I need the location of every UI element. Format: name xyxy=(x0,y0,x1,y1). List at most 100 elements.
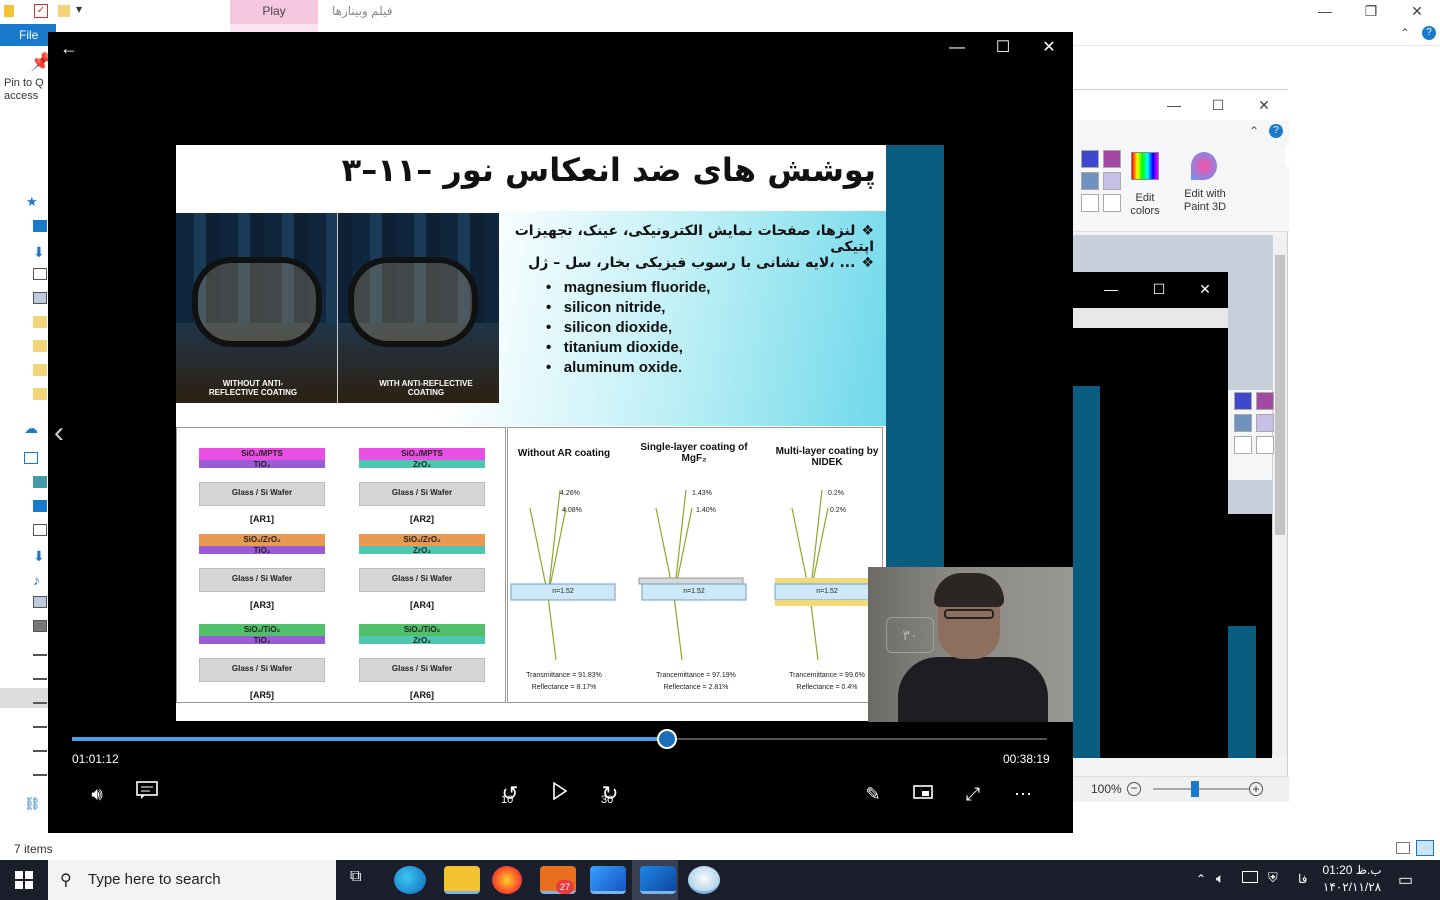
onedrive-icon[interactable]: ☁ xyxy=(24,420,38,436)
movies-tv-icon[interactable] xyxy=(640,866,676,894)
explorer-close-button[interactable]: ✕ xyxy=(1394,0,1440,24)
drive-icon[interactable] xyxy=(33,716,47,728)
clock-date[interactable]: ۱۴۰۲/۱۱/۲۸ xyxy=(1318,880,1386,894)
network-tray-icon[interactable] xyxy=(1242,871,1258,883)
this-pc-icon[interactable] xyxy=(24,452,38,464)
fullscreen-icon[interactable]: ⤢ xyxy=(953,774,993,814)
color-swatch[interactable] xyxy=(1103,194,1121,212)
quick-access-dropdown-icon[interactable]: ▾ xyxy=(76,2,82,16)
drive-icon[interactable] xyxy=(33,692,47,704)
paint-maximize-button[interactable]: ☐ xyxy=(1195,94,1241,118)
secondary-close-button[interactable]: ✕ xyxy=(1182,278,1228,302)
zoom-slider[interactable] xyxy=(1153,788,1249,790)
secondary-minimize-button[interactable]: — xyxy=(1088,278,1134,302)
desktop-icon[interactable] xyxy=(33,220,47,232)
task-view-icon[interactable]: ⧉ xyxy=(350,868,372,890)
edit-with-paint3d-button[interactable]: Edit with Paint 3D xyxy=(1175,188,1235,214)
folder-icon[interactable] xyxy=(33,340,47,352)
music-icon[interactable]: ♪ xyxy=(33,572,47,588)
drive-icon[interactable] xyxy=(33,644,47,656)
skip-back-button[interactable]: ↺ 10 xyxy=(490,774,530,814)
seek-thumb[interactable] xyxy=(656,729,677,749)
back-arrow-icon[interactable]: ← xyxy=(60,38,84,62)
large-icons-view-icon[interactable] xyxy=(1416,840,1434,856)
desktop-icon[interactable] xyxy=(33,500,47,512)
player-minimize-button[interactable]: — xyxy=(934,32,980,64)
network-icon[interactable]: ⛓ xyxy=(24,796,41,811)
drive-icon[interactable] xyxy=(33,764,47,776)
skip-forward-button[interactable]: ↻ 30 xyxy=(590,774,630,814)
notifications-icon[interactable]: ▭ xyxy=(1398,870,1413,890)
volume-icon[interactable]: 🔊︎ xyxy=(77,774,117,814)
downloads-icon[interactable]: ⬇ xyxy=(33,548,47,564)
drive-icon[interactable] xyxy=(33,668,47,680)
color-swatch[interactable] xyxy=(1081,194,1099,212)
input-language[interactable]: فا xyxy=(1298,872,1307,886)
app-icon[interactable]: 27 xyxy=(540,866,576,894)
paint-vertical-scrollbar[interactable] xyxy=(1273,235,1287,755)
collapse-ribbon-icon[interactable]: ⌃ xyxy=(1249,124,1259,138)
pin-quick-access-button[interactable]: 📌 Pin to Q access xyxy=(4,53,52,126)
edit-colors-button[interactable]: Edit colors xyxy=(1129,192,1161,218)
secondary-maximize-button[interactable]: ☐ xyxy=(1136,278,1182,302)
firefox-icon[interactable] xyxy=(492,866,522,894)
color-swatch[interactable] xyxy=(1081,172,1099,190)
paint-icon[interactable] xyxy=(688,866,720,894)
edge-icon[interactable] xyxy=(394,866,426,894)
color-swatch[interactable] xyxy=(1081,150,1099,168)
color-swatch[interactable] xyxy=(1256,392,1274,410)
color-swatch[interactable] xyxy=(1256,436,1274,454)
details-view-icon[interactable] xyxy=(1396,842,1410,854)
documents-icon[interactable] xyxy=(33,524,47,536)
pen-icon[interactable]: ✎ xyxy=(853,774,893,814)
collapse-ribbon-icon[interactable]: ⌃ xyxy=(1400,26,1410,40)
color-swatch[interactable] xyxy=(1234,436,1252,454)
paint-minimize-button[interactable]: — xyxy=(1151,94,1197,118)
quick-access-star-icon[interactable]: ★ xyxy=(26,194,40,209)
clock-time[interactable]: 01:20 ب.ظ xyxy=(1318,863,1386,877)
photos-icon[interactable] xyxy=(590,866,626,894)
zoom-slider-thumb[interactable] xyxy=(1191,781,1199,797)
drive-icon[interactable] xyxy=(33,740,47,752)
pictures-icon[interactable] xyxy=(33,292,47,304)
3d-objects-icon[interactable] xyxy=(33,476,47,488)
pictures-icon[interactable] xyxy=(33,596,47,608)
paint-close-button[interactable]: ✕ xyxy=(1241,94,1287,118)
color-swatch[interactable] xyxy=(1234,392,1252,410)
explorer-restore-button[interactable]: ❐ xyxy=(1348,0,1394,24)
more-options-icon[interactable]: ⋯ xyxy=(1003,774,1043,814)
folder-icon[interactable] xyxy=(33,316,47,328)
taskbar-search-box[interactable]: Type here to search xyxy=(48,860,336,900)
player-close-button[interactable]: ✕ xyxy=(1026,32,1072,64)
color-swatch[interactable] xyxy=(1103,172,1121,190)
play-context-tab[interactable]: Play xyxy=(230,0,318,24)
scroll-thumb[interactable] xyxy=(1275,255,1285,535)
player-maximize-button[interactable]: ☐ xyxy=(980,32,1026,64)
show-hidden-icons-icon[interactable]: ⌃ xyxy=(1196,872,1206,886)
captions-icon[interactable] xyxy=(127,774,167,814)
file-explorer-icon[interactable] xyxy=(444,866,480,894)
start-button[interactable] xyxy=(0,860,48,900)
edit-colors-icon[interactable] xyxy=(1131,152,1159,180)
help-icon[interactable]: ? xyxy=(1422,26,1436,40)
folder-icon[interactable] xyxy=(33,388,47,400)
previous-chevron-icon[interactable]: ‹ xyxy=(54,416,64,450)
paint-search-box[interactable] xyxy=(1285,146,1289,166)
videos-icon[interactable] xyxy=(33,620,47,632)
color-swatch[interactable] xyxy=(1256,414,1274,432)
properties-icon[interactable]: ✓ xyxy=(34,4,48,18)
play-button[interactable] xyxy=(540,774,580,814)
zoom-in-icon[interactable]: + xyxy=(1249,782,1263,796)
speaker-icon[interactable]: 🔈︎ xyxy=(1216,870,1224,887)
folder-icon[interactable] xyxy=(4,5,14,17)
color-swatch[interactable] xyxy=(1103,150,1121,168)
zoom-out-icon[interactable]: − xyxy=(1127,782,1141,796)
help-icon[interactable]: ? xyxy=(1269,124,1283,138)
downloads-icon[interactable]: ⬇ xyxy=(33,244,47,260)
color-swatch[interactable] xyxy=(1234,414,1252,432)
mini-view-button[interactable] xyxy=(903,774,943,814)
folder-icon[interactable] xyxy=(33,364,47,376)
security-tray-icon[interactable]: ⛨ xyxy=(1268,870,1278,886)
explorer-minimize-button[interactable]: — xyxy=(1302,0,1348,24)
documents-icon[interactable] xyxy=(33,268,47,280)
